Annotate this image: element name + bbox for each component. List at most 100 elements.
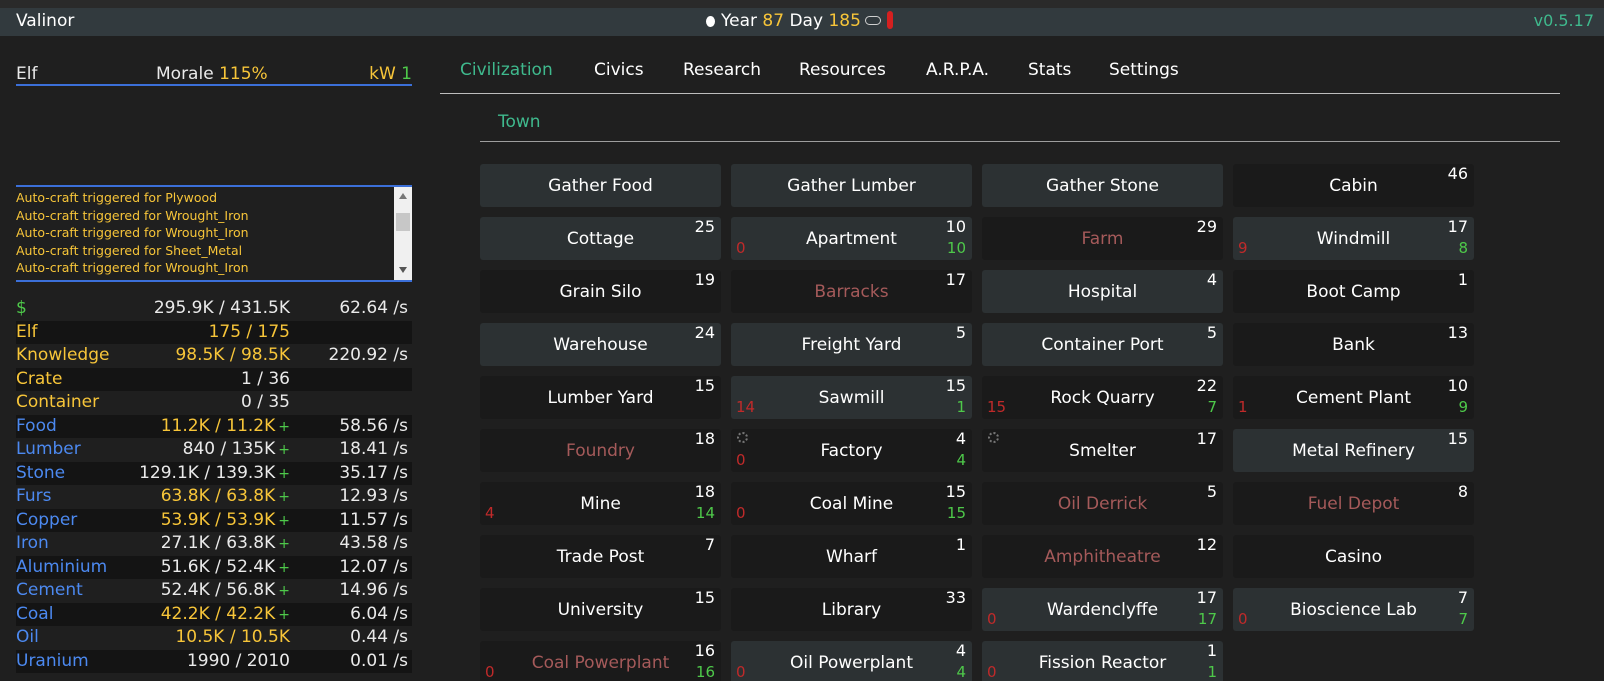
building-library[interactable]: Library 33: [731, 588, 972, 631]
morale-indicator[interactable]: Morale 115%: [156, 64, 268, 84]
scroll-thumb[interactable]: [396, 213, 410, 231]
building-farm[interactable]: Farm 29: [982, 217, 1223, 260]
resource-name[interactable]: Uranium: [16, 650, 89, 673]
resource-name[interactable]: Cement: [16, 579, 83, 602]
building-mine[interactable]: Mine 18 14 4: [480, 482, 721, 525]
building-coal-mine[interactable]: Coal Mine 15 15 0: [731, 482, 972, 525]
resource-rate: 11.57 /s: [339, 509, 408, 530]
building-on-count[interactable]: 9: [1458, 398, 1468, 416]
building-barracks[interactable]: Barracks 17: [731, 270, 972, 313]
building-oil-derrick[interactable]: Oil Derrick 5: [982, 482, 1223, 525]
building-off-count[interactable]: 0: [987, 610, 997, 628]
building-freight-yard[interactable]: Freight Yard 5: [731, 323, 972, 366]
building-off-count[interactable]: 0: [736, 663, 746, 681]
building-container-port[interactable]: Container Port 5: [982, 323, 1223, 366]
building-wardenclyffe[interactable]: Wardenclyffe 17 17 0: [982, 588, 1223, 631]
building-factory[interactable]: Factory 4 4 0: [731, 429, 972, 472]
tab-settings[interactable]: Settings: [1109, 60, 1179, 80]
resource-name[interactable]: Lumber: [16, 438, 81, 461]
resource-amount-value: 0 / 35: [241, 392, 290, 412]
tab-stats[interactable]: Stats: [1028, 60, 1071, 80]
building-off-count[interactable]: 14: [736, 398, 755, 416]
building-on-count[interactable]: 16: [696, 663, 715, 681]
building-cement-plant[interactable]: Cement Plant 10 9 1: [1233, 376, 1474, 419]
building-metal-refinery[interactable]: Metal Refinery 15: [1233, 429, 1474, 472]
scroll-up-icon[interactable]: [399, 193, 407, 199]
building-on-count[interactable]: 7: [1458, 610, 1468, 628]
tab-town[interactable]: Town: [498, 112, 541, 132]
building-lumber-yard[interactable]: Lumber Yard 15: [480, 376, 721, 419]
resource-name[interactable]: Food: [16, 415, 57, 438]
building-off-count[interactable]: 0: [485, 663, 495, 681]
tab-civilization[interactable]: Civilization: [460, 60, 553, 80]
building-grain-silo[interactable]: Grain Silo 19: [480, 270, 721, 313]
resource-name[interactable]: Knowledge: [16, 344, 109, 367]
building-university[interactable]: University 15: [480, 588, 721, 631]
resource-name[interactable]: $: [16, 297, 27, 320]
scroll-down-icon[interactable]: [399, 267, 407, 273]
resource-name[interactable]: Copper: [16, 509, 77, 532]
building-off-count[interactable]: 0: [987, 663, 997, 681]
building-casino[interactable]: Casino: [1233, 535, 1474, 578]
building-on-count[interactable]: 4: [956, 663, 966, 681]
building-off-count[interactable]: 1: [1238, 398, 1248, 416]
building-gather-lumber[interactable]: Gather Lumber: [731, 164, 972, 207]
building-wharf[interactable]: Wharf 1: [731, 535, 972, 578]
building-off-count[interactable]: 9: [1238, 239, 1248, 257]
building-on-count[interactable]: 10: [947, 239, 966, 257]
resource-name[interactable]: Coal: [16, 603, 53, 626]
building-bioscience-lab[interactable]: Bioscience Lab 7 7 0: [1233, 588, 1474, 631]
building-foundry[interactable]: Foundry 18: [480, 429, 721, 472]
building-on-count[interactable]: 17: [1198, 610, 1217, 628]
resource-name[interactable]: Container: [16, 391, 99, 414]
building-off-count[interactable]: 0: [736, 239, 746, 257]
building-amphitheatre[interactable]: Amphitheatre 12: [982, 535, 1223, 578]
resource-name[interactable]: Crate: [16, 368, 62, 391]
building-warehouse[interactable]: Warehouse 24: [480, 323, 721, 366]
building-oil-powerplant[interactable]: Oil Powerplant 4 4 0: [731, 641, 972, 681]
building-gather-food[interactable]: Gather Food: [480, 164, 721, 207]
resource-name[interactable]: Stone: [16, 462, 65, 485]
tab-arpa[interactable]: A.R.P.A.: [926, 60, 989, 80]
tab-resources[interactable]: Resources: [799, 60, 886, 80]
message-log-scrollbar[interactable]: [394, 187, 412, 280]
building-fission-reactor[interactable]: Fission Reactor 1 1 0: [982, 641, 1223, 681]
building-on-count[interactable]: 15: [947, 504, 966, 522]
tab-research[interactable]: Research: [683, 60, 761, 80]
power-indicator[interactable]: kW 1: [369, 64, 412, 84]
building-off-count[interactable]: 0: [736, 504, 746, 522]
building-on-count[interactable]: 1: [1207, 663, 1217, 681]
resource-name[interactable]: Furs: [16, 485, 51, 508]
building-off-count[interactable]: 0: [736, 451, 746, 469]
building-on-count[interactable]: 14: [696, 504, 715, 522]
building-cottage[interactable]: Cottage 25: [480, 217, 721, 260]
building-off-count[interactable]: 15: [987, 398, 1006, 416]
building-fuel-depot[interactable]: Fuel Depot 8: [1233, 482, 1474, 525]
building-sawmill[interactable]: Sawmill 15 1 14: [731, 376, 972, 419]
building-smelter[interactable]: Smelter 17: [982, 429, 1223, 472]
resource-name[interactable]: Oil: [16, 626, 39, 649]
building-cabin[interactable]: Cabin 46: [1233, 164, 1474, 207]
building-trade-post[interactable]: Trade Post 7: [480, 535, 721, 578]
resource-name[interactable]: Elf: [16, 321, 37, 344]
building-on-count[interactable]: 7: [1207, 398, 1217, 416]
building-on-count[interactable]: 4: [956, 451, 966, 469]
resource-name[interactable]: Iron: [16, 532, 49, 555]
building-on-count[interactable]: 8: [1458, 239, 1468, 257]
building-count: 22: [1196, 376, 1217, 395]
building-off-count[interactable]: 0: [1238, 610, 1248, 628]
building-boot-camp[interactable]: Boot Camp 1: [1233, 270, 1474, 313]
building-coal-powerplant[interactable]: Coal Powerplant 16 16 0: [480, 641, 721, 681]
message-log[interactable]: Auto-craft triggered for Plywood Auto-cra…: [16, 185, 412, 282]
building-rock-quarry[interactable]: Rock Quarry 22 7 15: [982, 376, 1223, 419]
building-on-count[interactable]: 1: [956, 398, 966, 416]
building-off-count[interactable]: 4: [485, 504, 495, 522]
building-bank[interactable]: Bank 13: [1233, 323, 1474, 366]
building-apartment[interactable]: Apartment 10 10 0: [731, 217, 972, 260]
building-hospital[interactable]: Hospital 4: [982, 270, 1223, 313]
building-windmill[interactable]: Windmill 17 8 9: [1233, 217, 1474, 260]
tab-civics[interactable]: Civics: [594, 60, 644, 80]
race-name[interactable]: Elf: [16, 64, 37, 84]
resource-name[interactable]: Aluminium: [16, 556, 107, 579]
building-gather-stone[interactable]: Gather Stone: [982, 164, 1223, 207]
